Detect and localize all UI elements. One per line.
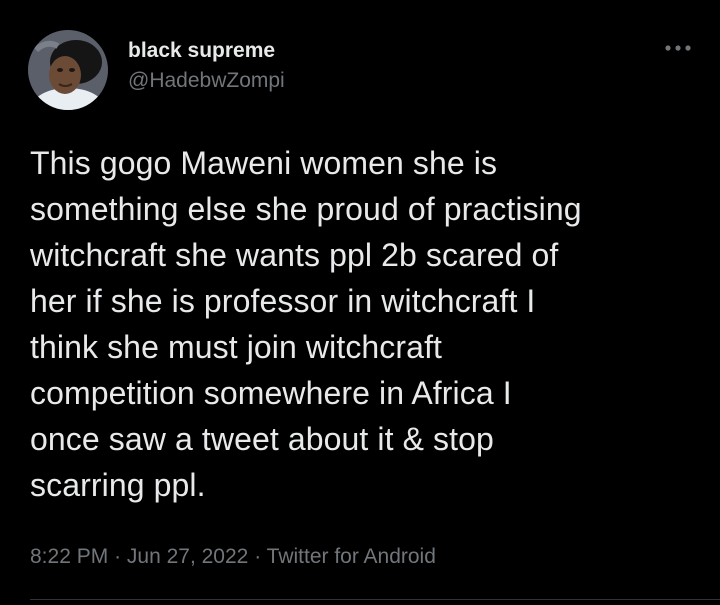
tweet-source[interactable]: Twitter for Android: [267, 545, 436, 568]
tweet-text-line: This gogo Maweni women she is: [30, 145, 498, 181]
meta-separator: ·: [114, 545, 122, 568]
avatar-image: [28, 30, 108, 110]
tweet-text: This gogo Maweni women she is something …: [30, 140, 702, 508]
more-options-button[interactable]: [664, 40, 692, 56]
divider: [30, 599, 720, 600]
tweet-text-line: her if she is professor in witchcraft I: [30, 283, 536, 319]
tweet-text-line: think she must join witchcraft: [30, 329, 443, 365]
tweet-card: black supreme @HadebwZompi This gogo Maw…: [0, 0, 720, 605]
tweet-date[interactable]: Jun 27, 2022: [127, 545, 248, 568]
avatar[interactable]: [28, 30, 108, 110]
display-name[interactable]: black supreme: [128, 38, 285, 64]
tweet-metadata: 8:22 PM · Jun 27, 2022 · Twitter for And…: [30, 543, 436, 571]
user-handle[interactable]: @HadebwZompi: [128, 68, 285, 94]
tweet-text-line: something else she proud of practising: [30, 191, 582, 227]
tweet-time[interactable]: 8:22 PM: [30, 545, 108, 568]
more-horizontal-icon: [665, 45, 691, 51]
meta-separator: ·: [254, 545, 262, 568]
tweet-text-line: competition somewhere in Africa I: [30, 375, 512, 411]
tweet-text-line: once saw a tweet about it & stop: [30, 421, 494, 457]
tweet-text-line: scarring ppl.: [30, 467, 206, 503]
tweet-text-line: witchcraft she wants ppl 2b scared of: [30, 237, 559, 273]
author-info: black supreme @HadebwZompi: [128, 38, 285, 94]
